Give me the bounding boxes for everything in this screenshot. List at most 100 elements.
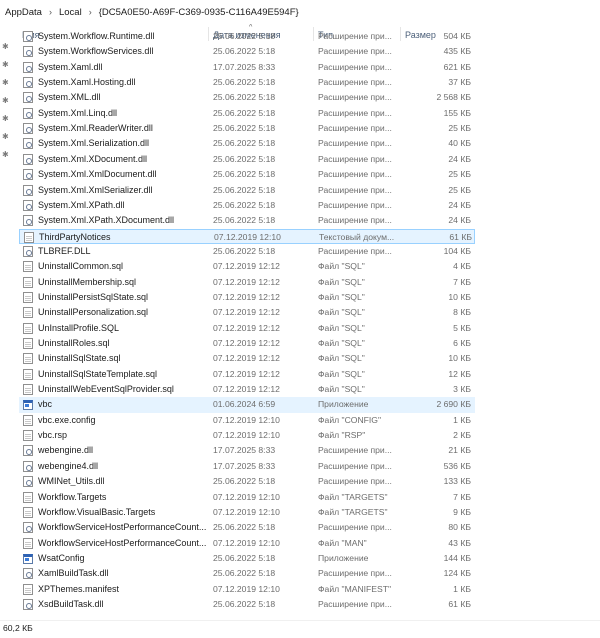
file-date: 07.12.2019 12:12 [213, 368, 280, 379]
file-row[interactable]: System.Xml.XmlSerializer.dll 25.06.2022 5… [19, 183, 475, 199]
file-row[interactable]: System.Xml.ReaderWriter.dll 25.06.2022 5:… [19, 121, 475, 137]
breadcrumb-item-appdata[interactable]: AppData [5, 7, 42, 18]
file-name: UninstallPersistSqlState.sql [38, 291, 149, 302]
file-row[interactable]: System.Xml.Serialization.dll 25.06.2022 5… [19, 136, 475, 152]
file-row[interactable]: UninstallMembership.sql 07.12.2019 12:12 Ф… [19, 275, 475, 291]
file-date: 01.06.2024 6:59 [213, 399, 276, 410]
file-date: 07.12.2019 12:12 [213, 291, 280, 302]
file-name: System.Xml.XDocument.dll [38, 153, 148, 164]
file-row[interactable]: TLBREF.DLL 25.06.2022 5:18 Расширение при.… [19, 244, 475, 260]
file-row[interactable]: UninstallWebEventSqlProvider.sql 07.12.20… [19, 382, 475, 398]
file-date: 07.12.2019 12:10 [213, 430, 280, 441]
file-date: 25.06.2022 5:18 [213, 568, 276, 579]
file-row[interactable]: vbc.rsp 07.12.2019 12:10 Файл "RSP" 2 КБ [19, 428, 475, 444]
file-row[interactable]: vbc.exe.config 07.12.2019 12:10 Файл "CONF… [19, 413, 475, 429]
pin-icon[interactable]: ✱ [2, 114, 9, 123]
file-row[interactable]: UninstallRoles.sql 07.12.2019 12:12 Файл "… [19, 336, 475, 352]
pin-icon[interactable]: ✱ [2, 96, 9, 105]
pin-icon[interactable]: ✱ [2, 42, 9, 51]
file-type: Текстовый докум... [319, 231, 395, 242]
file-icon [23, 430, 33, 442]
file-size: 12 КБ [448, 368, 471, 379]
file-type: Файл "SQL" [318, 353, 365, 364]
file-name: UninstallPersonalization.sql [38, 307, 149, 318]
file-row[interactable]: Workflow.VisualBasic.Targets 07.12.2019 1… [19, 505, 475, 521]
file-size: 6 КБ [453, 338, 471, 348]
chevron-right-icon: › [88, 7, 92, 17]
file-size: 21 КБ [448, 445, 471, 456]
file-name: System.XML.dll [38, 92, 101, 103]
file-row[interactable]: webengine4.dll 17.07.2025 8:33 Расширение … [19, 459, 475, 475]
file-name: webengine.dll [38, 445, 94, 456]
file-row[interactable]: UninstallSqlState.sql 07.12.2019 12:12 Фай… [19, 351, 475, 367]
file-row[interactable]: vbc 01.06.2024 6:59 Приложение 2 690 КБ [19, 397, 475, 413]
file-size: 61 КБ [449, 231, 472, 242]
file-name: System.Xaml.dll [38, 61, 103, 72]
file-name: System.Xml.XPath.dll [38, 199, 125, 210]
file-row[interactable]: XPThemes.manifest 07.12.2019 12:10 Файл "M… [19, 582, 475, 598]
file-date: 25.06.2022 5:18 [213, 77, 276, 88]
file-row[interactable]: UninstallPersonalization.sql 07.12.2019 1… [19, 305, 475, 321]
file-date: 25.06.2022 5:18 [213, 552, 276, 563]
file-row[interactable]: System.Xml.Linq.dll 25.06.2022 5:18 Расшир… [19, 106, 475, 122]
file-row[interactable]: System.Xml.XDocument.dll 25.06.2022 5:18 Р… [19, 152, 475, 168]
file-type: Расширение при... [318, 107, 392, 118]
file-name: System.WorkflowServices.dll [38, 46, 154, 57]
file-type: Файл "CONFIG" [318, 414, 382, 425]
file-type: Расширение при... [318, 169, 392, 180]
file-type: Расширение при... [318, 568, 392, 579]
file-size: 1 КБ [453, 583, 471, 594]
file-row[interactable]: UninstallSqlStateTemplate.sql 07.12.2019 … [19, 367, 475, 383]
file-row[interactable]: WsatConfig 25.06.2022 5:18 Приложение 144 К… [19, 551, 475, 567]
file-icon [23, 414, 33, 426]
gear-icon [23, 460, 33, 472]
file-type: Расширение при... [318, 476, 392, 487]
file-row[interactable]: System.Xml.XmlDocument.dll 25.06.2022 5:1… [19, 167, 475, 183]
file-icon [23, 491, 33, 503]
file-row[interactable]: ThirdPartyNotices 07.12.2019 12:10 Текстов… [19, 228, 475, 245]
file-row[interactable]: WMINet_Utils.dll 25.06.2022 5:18 Расширени… [19, 474, 475, 490]
file-name: System.Xaml.Hosting.dll [38, 77, 136, 88]
selection-size: 60,2 КБ [3, 623, 33, 633]
pin-icon[interactable]: ✱ [2, 132, 9, 141]
file-size: 25 КБ [448, 184, 471, 195]
file-date: 25.06.2022 5:18 [213, 92, 276, 103]
application-icon [23, 400, 33, 411]
file-row[interactable]: WorkflowServiceHostPerformanceCount... 25… [19, 520, 475, 536]
breadcrumb-item-folder[interactable]: {DC5A0E50-A69F-C369-0935-C116A49E594F} [99, 7, 299, 18]
file-size: 536 КБ [443, 460, 471, 471]
file-name: UninstallSqlStateTemplate.sql [38, 368, 158, 379]
file-row[interactable]: System.Workflow.Runtime.dll 25.06.2022 5:… [19, 29, 475, 45]
file-row[interactable]: System.Xml.XPath.XDocument.dll 25.06.2022… [19, 213, 475, 229]
file-row[interactable]: System.XML.dll 25.06.2022 5:18 Расширение … [19, 90, 475, 106]
file-row[interactable]: UninstallPersistSqlState.sql 07.12.2019 1… [19, 290, 475, 306]
file-date: 25.06.2022 5:18 [213, 215, 276, 226]
file-row[interactable]: webengine.dll 17.07.2025 8:33 Расширение п… [19, 443, 475, 459]
file-row[interactable]: Workflow.Targets 07.12.2019 12:10 Файл "TA… [19, 490, 475, 506]
file-row[interactable]: XsdBuildTask.dll 25.06.2022 5:18 Расширени… [19, 597, 475, 613]
file-row[interactable]: System.Xml.XPath.dll 25.06.2022 5:18 Расши… [19, 198, 475, 214]
file-icon [23, 276, 33, 288]
file-row[interactable]: System.WorkflowServices.dll 25.06.2022 5:… [19, 44, 475, 60]
file-size: 9 КБ [453, 506, 471, 517]
status-bar: 60,2 КБ [0, 620, 600, 638]
file-row[interactable]: WorkflowServiceHostPerformanceCount... 07… [19, 536, 475, 552]
pin-icon[interactable]: ✱ [2, 78, 9, 87]
file-name: XPThemes.manifest [38, 583, 120, 594]
file-date: 17.07.2025 8:33 [213, 460, 276, 471]
file-date: 25.06.2022 5:18 [213, 46, 276, 57]
navigation-pane-edge: ✱ ✱ ✱ ✱ ✱ ✱ ✱ [0, 24, 14, 624]
file-row[interactable]: UnInstallProfile.SQL 07.12.2019 12:12 Файл… [19, 321, 475, 337]
file-size: 10 КБ [448, 353, 471, 364]
file-row[interactable]: System.Xaml.Hosting.dll 25.06.2022 5:18 Ра… [19, 75, 475, 91]
file-row[interactable]: XamlBuildTask.dll 25.06.2022 5:18 Расширен… [19, 566, 475, 582]
gear-icon [23, 522, 33, 534]
file-size: 25 КБ [448, 169, 471, 180]
file-date: 25.06.2022 5:18 [213, 169, 276, 180]
pin-icon[interactable]: ✱ [2, 60, 9, 69]
pin-icon[interactable]: ✱ [2, 150, 9, 159]
breadcrumb-item-local[interactable]: Local [59, 7, 82, 18]
file-row[interactable]: System.Xaml.dll 17.07.2025 8:33 Расширение… [19, 60, 475, 76]
file-row[interactable]: UninstallCommon.sql 07.12.2019 12:12 Файл … [19, 259, 475, 275]
file-size: 24 КБ [448, 199, 471, 210]
